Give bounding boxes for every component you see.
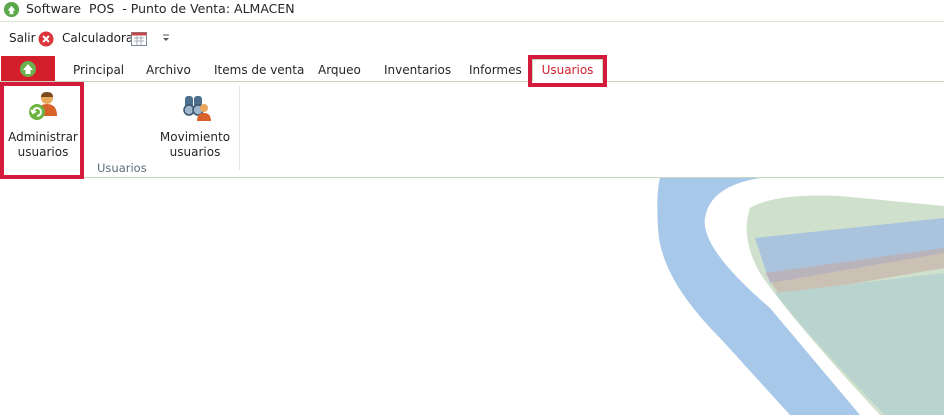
tab-arqueo[interactable]: Arqueo [318, 63, 361, 77]
window-title: Software POS - Punto de Venta: ALMACEN [26, 1, 295, 16]
tab-principal[interactable]: Principal [73, 63, 124, 77]
user-refresh-icon [29, 92, 57, 120]
quick-access-toolbar: Salir Calculadora [0, 28, 400, 48]
ribbon-group-label: Usuarios [97, 161, 147, 175]
calendar-icon[interactable] [131, 32, 147, 46]
close-circle-icon[interactable] [38, 31, 54, 47]
salir-button[interactable]: Salir [9, 31, 36, 45]
ribbon-group-divider [239, 86, 240, 170]
title-divider [0, 21, 944, 22]
customize-toolbar-icon[interactable] [160, 31, 172, 45]
title-bar: Software POS - Punto de Venta: ALMACEN [0, 0, 944, 20]
binoculars-user-icon [183, 96, 211, 121]
app-menu-icon [20, 61, 36, 77]
tab-usuarios[interactable]: Usuarios [532, 59, 603, 82]
administrar-label-line1: Administrar [8, 130, 78, 144]
app-logo-icon [3, 1, 20, 18]
movimiento-label-line2: usuarios [169, 145, 221, 159]
tab-archivo[interactable]: Archivo [146, 63, 191, 77]
tab-inventarios[interactable]: Inventarios [384, 63, 451, 77]
file-menu-tab[interactable] [1, 56, 55, 81]
background-artwork [657, 178, 944, 415]
movimiento-usuarios-button[interactable]: Movimiento usuarios [158, 86, 232, 160]
tab-items-de-venta[interactable]: Items de venta [214, 63, 304, 77]
tab-informes[interactable]: Informes [469, 63, 522, 77]
movimiento-label-line1: Movimiento [159, 130, 231, 144]
administrar-label-line2: usuarios [17, 145, 69, 159]
administrar-usuarios-button[interactable]: Administrar usuarios [5, 86, 81, 160]
calculadora-button[interactable]: Calculadora [62, 31, 133, 45]
